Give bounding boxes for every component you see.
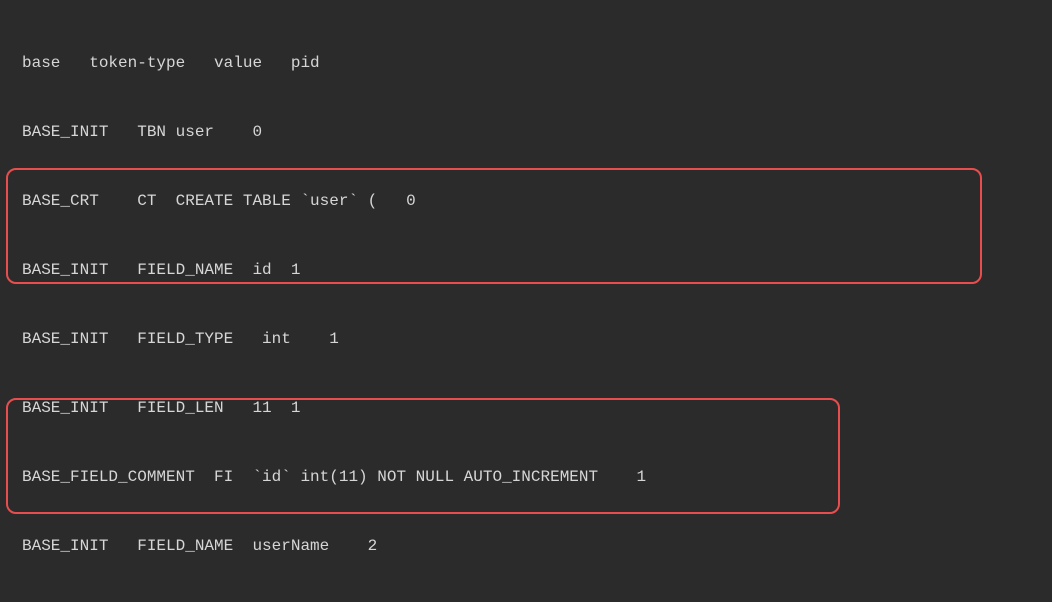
output-line: BASE_INIT FIELD_TYPE int 1 [0, 328, 1052, 351]
output-line: BASE_CRT CT CREATE TABLE `user` ( 0 [0, 190, 1052, 213]
output-line: BASE_INIT FIELD_NAME userName 2 [0, 535, 1052, 558]
output-line: BASE_INIT TBN user 0 [0, 121, 1052, 144]
output-line: base token-type value pid [0, 52, 1052, 75]
output-line: BASE_FIELD_COMMENT FI `id` int(11) NOT N… [0, 466, 1052, 489]
output-line: BASE_INIT FIELD_LEN 11 1 [0, 397, 1052, 420]
output-line: BASE_INIT FIELD_NAME id 1 [0, 259, 1052, 282]
terminal-output: base token-type value pid BASE_INIT TBN … [0, 0, 1052, 602]
